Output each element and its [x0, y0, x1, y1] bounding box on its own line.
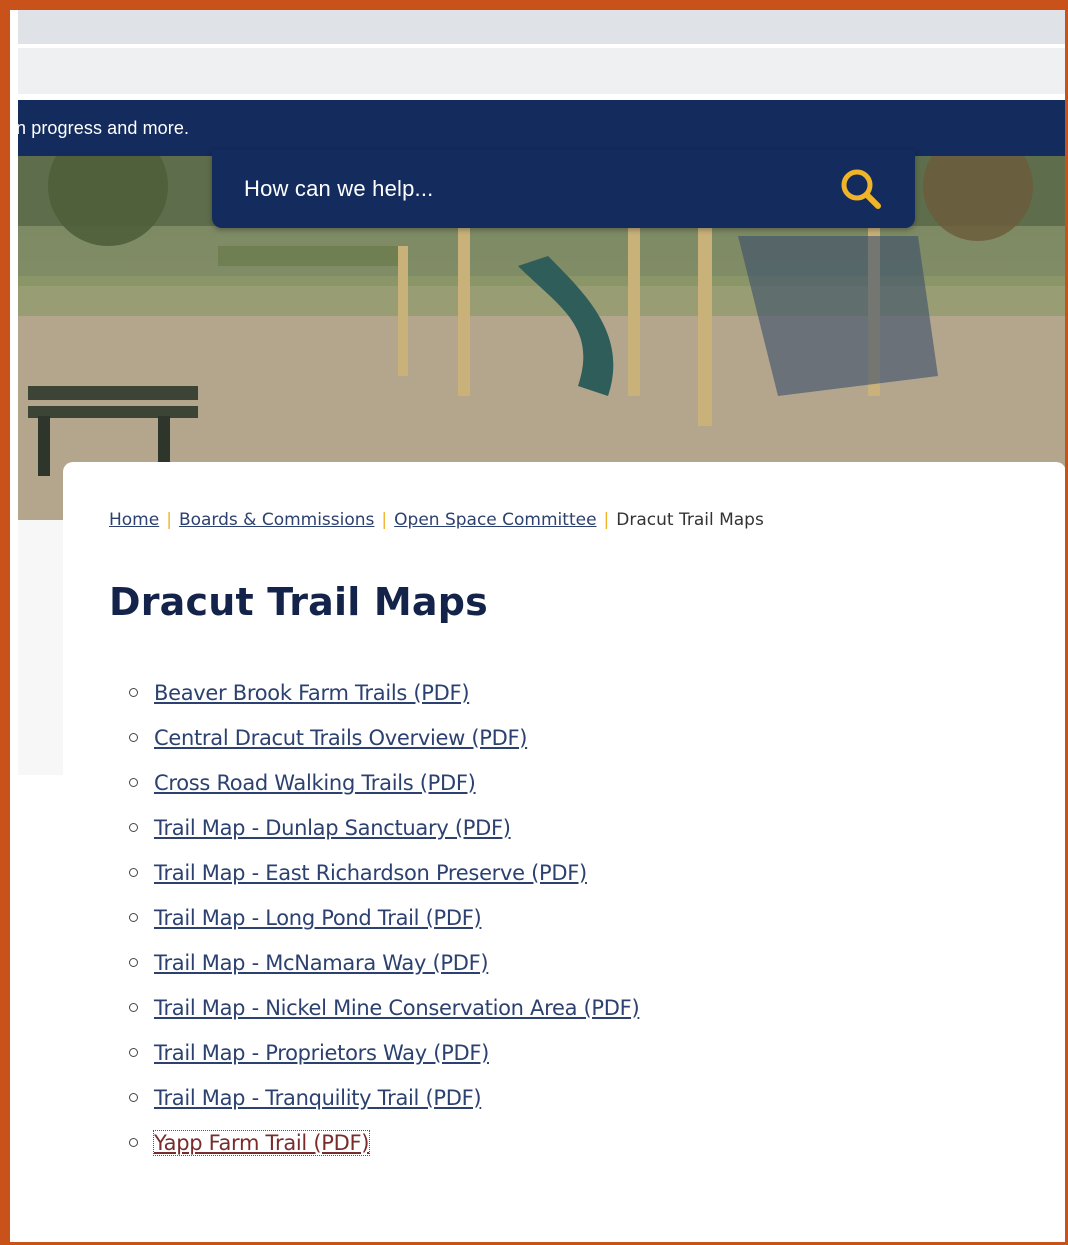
circle-bullet-icon [129, 778, 138, 787]
pdf-link[interactable]: Trail Map - McNamara Way (PDF) [154, 951, 489, 975]
alert-banner[interactable]: n progress and more. [18, 100, 1066, 156]
list-item: Beaver Brook Farm Trails (PDF) [129, 670, 639, 715]
pdf-link[interactable]: Trail Map - Nickel Mine Conservation Are… [154, 996, 640, 1020]
breadcrumb-committee[interactable]: Open Space Committee [394, 510, 596, 530]
circle-bullet-icon [129, 1003, 138, 1012]
pdf-link[interactable]: Trail Map - Long Pond Trail (PDF) [154, 906, 482, 930]
pdf-link[interactable]: Central Dracut Trails Overview (PDF) [154, 726, 527, 750]
pdf-link[interactable]: Beaver Brook Farm Trails (PDF) [154, 681, 470, 705]
page-title: Dracut Trail Maps [109, 580, 488, 624]
main-content: Home | Boards & Commissions | Open Space Com… [63, 462, 1066, 1245]
pdf-link[interactable]: Trail Map - East Richardson Preserve (PD… [154, 861, 587, 885]
pdf-link[interactable]: Cross Road Walking Trails (PDF) [154, 771, 476, 795]
alert-text: n progress and more. [18, 117, 190, 138]
circle-bullet-icon [129, 823, 138, 832]
browser-address-bar [18, 48, 1066, 94]
browser-tab-bar [18, 10, 1066, 44]
list-item: Trail Map - Nickel Mine Conservation Are… [129, 985, 640, 1030]
list-item: Trail Map - McNamara Way (PDF) [129, 940, 639, 985]
breadcrumb-current: Dracut Trail Maps [616, 510, 764, 530]
pdf-link[interactable]: Trail Map - Proprietors Way (PDF) [154, 1041, 489, 1065]
list-item: Trail Map - Long Pond Trail (PDF) [129, 895, 639, 940]
pdf-link[interactable]: Trail Map - Dunlap Sanctuary (PDF) [154, 816, 511, 840]
circle-bullet-icon [129, 868, 138, 877]
circle-bullet-icon [129, 688, 138, 697]
left-gutter [18, 520, 64, 775]
circle-bullet-icon [129, 1048, 138, 1057]
pdf-link-focused[interactable]: Yapp Farm Trail (PDF) [152, 1129, 371, 1156]
site-search[interactable]: How can we help... [212, 150, 915, 228]
search-input[interactable]: How can we help... [244, 176, 839, 202]
list-item: Trail Map - Tranquility Trail (PDF) [129, 1075, 639, 1120]
circle-bullet-icon [129, 958, 138, 967]
search-icon[interactable] [839, 167, 883, 211]
circle-bullet-icon [129, 733, 138, 742]
circle-bullet-icon [129, 1138, 138, 1147]
breadcrumb-home[interactable]: Home [109, 510, 159, 530]
trail-map-list: Beaver Brook Farm Trails (PDF) Central D… [129, 670, 640, 1165]
pdf-link[interactable]: Trail Map - Tranquility Trail (PDF) [154, 1086, 482, 1110]
breadcrumb-separator: | [603, 510, 610, 530]
list-item: Trail Map - East Richardson Preserve (PD… [129, 850, 639, 895]
breadcrumb-boards[interactable]: Boards & Commissions [179, 510, 374, 530]
list-item: Yapp Farm Trail (PDF) [129, 1120, 639, 1165]
list-item: Trail Map - Proprietors Way (PDF) [129, 1030, 639, 1075]
breadcrumb-separator: | [166, 510, 172, 530]
circle-bullet-icon [129, 913, 138, 922]
circle-bullet-icon [129, 1093, 138, 1102]
breadcrumb-separator: | [381, 510, 388, 530]
list-item: Trail Map - Dunlap Sanctuary (PDF) [129, 805, 639, 850]
list-item: Central Dracut Trails Overview (PDF) [129, 715, 639, 760]
breadcrumb: Home | Boards & Commissions | Open Space Com… [109, 510, 764, 530]
list-item: Cross Road Walking Trails (PDF) [129, 760, 639, 805]
